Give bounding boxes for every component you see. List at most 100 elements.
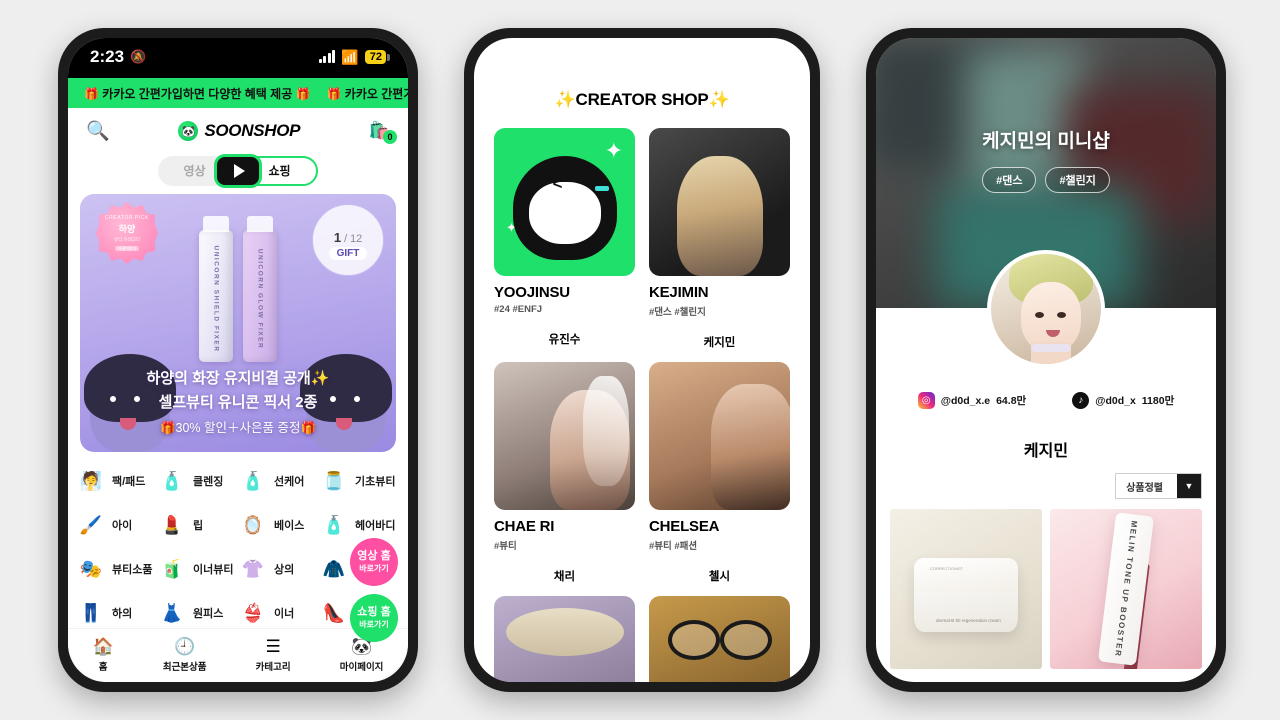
category-item[interactable]: 🫙 기초뷰티	[319, 462, 400, 500]
creator-card[interactable]: CHELSEA #뷰티 #패션 첼시	[649, 362, 790, 584]
tiktok-icon: ♪	[1072, 392, 1090, 409]
badge-sub-label: 뷰티 카테고리	[113, 236, 141, 242]
phone3-screen: 케지민의 미니샵 #댄스 #챌린지 ◎ @d0d_x.e 64.8만 ♪ @d0…	[876, 38, 1216, 682]
hero-copy: 하양의 화장 유지비결 공개✨ 셀프뷰티 유니콘 픽서 2종 🎁30% 할인＋사…	[80, 367, 396, 436]
product-label: MELIN TONE UP BOOSTER	[1113, 520, 1139, 658]
instagram-handle: @d0d_x.e	[940, 394, 991, 407]
category-item[interactable]: 🧖 팩/패드	[76, 462, 157, 500]
shopping-home-shortcut-button[interactable]: 쇼핑 홈 바로가기	[350, 594, 398, 642]
gift-pager: 1 / 12 GIFT	[312, 204, 384, 276]
video-home-shortcut-button[interactable]: 영상 홈 바로가기	[350, 538, 398, 586]
creator-thumbnail[interactable]	[494, 362, 635, 510]
search-icon[interactable]: 🔍	[86, 119, 110, 143]
category-label: 선케어	[274, 476, 305, 488]
tab-mypage[interactable]: 🐼 마이페이지	[340, 638, 384, 673]
category-item[interactable]: 👖 하의	[76, 594, 157, 632]
sunglasses-decoration	[667, 620, 772, 660]
menu-icon: ☰	[265, 637, 281, 656]
creator-thumbnail[interactable]	[649, 362, 790, 510]
tab-category-label: 카테고리	[255, 662, 291, 673]
tiktok-stat[interactable]: ♪ @d0d_x 1180만	[1072, 392, 1174, 409]
category-item[interactable]: 👗 원피스	[157, 594, 238, 632]
logo-mascot-icon: 🐼	[178, 121, 199, 141]
creator-grid: ✦ ✦ # < YOOJINSU #24 #ENFJ 유진수 KEJIMIN #…	[474, 128, 810, 682]
creator-card[interactable]: ✦ ✦ # < YOOJINSU #24 #ENFJ 유진수	[494, 128, 635, 350]
instagram-stat[interactable]: ◎ @d0d_x.e 64.8만	[917, 392, 1026, 409]
gift-label: GIFT	[328, 247, 368, 260]
product-card[interactable]: MELIN TONE UP BOOSTER	[1050, 509, 1202, 669]
avatar[interactable]	[987, 250, 1105, 368]
hashtag-chip[interactable]: #챌린지	[1045, 167, 1110, 193]
creator-card[interactable]: KEJIMIN #댄스 #챌린지 케지민	[649, 128, 790, 350]
phone-mockup-2: ✨CREATOR SHOP✨ ✦ ✦ # < YOOJINSU #24 #ENFJ…	[464, 28, 820, 692]
category-item[interactable]: 🪞 베이스	[238, 506, 319, 544]
product-card[interactable]: CORRECTIONIST dermal-B 50 regeneration c…	[890, 509, 1042, 669]
play-icon[interactable]	[217, 157, 259, 185]
app-logo[interactable]: 🐼 SOONSHOP	[178, 121, 300, 141]
bell-off-icon: 🔕	[130, 49, 147, 64]
tab-category[interactable]: ☰ 카테고리	[256, 638, 291, 673]
logo-text: SOONSHOP	[204, 121, 301, 140]
category-item[interactable]: 🧴 클렌징	[157, 462, 238, 500]
creator-photo	[711, 384, 790, 510]
beauty-tools-icon: 🎭	[79, 558, 103, 579]
category-label: 헤어바디	[355, 520, 396, 532]
battery-indicator: 72	[364, 50, 391, 64]
instagram-icon: ◎	[917, 392, 935, 409]
flower-decoration	[583, 376, 629, 486]
creator-thumbnail[interactable]	[649, 128, 790, 276]
category-item[interactable]: 🧃 이너뷰티	[157, 550, 238, 588]
sort-select[interactable]: 상품정렬 ▼	[1115, 473, 1202, 499]
category-item[interactable]: 👚 상의	[238, 550, 319, 588]
creator-name: KEJIMIN	[649, 284, 709, 301]
cart-icon[interactable]: 🛍️ 0	[369, 121, 397, 144]
status-time: 2:23	[90, 47, 125, 66]
creator-tags: #댄스 #챌린지	[649, 307, 706, 318]
outer-icon: 🧥	[322, 558, 346, 579]
bottoms-icon: 👖	[79, 602, 103, 623]
category-item[interactable]: 🧴 선케어	[238, 462, 319, 500]
category-item[interactable]: 💄 립	[157, 506, 238, 544]
hero-line-1: 하양의 화장 유지비결 공개✨	[146, 370, 330, 387]
face-mask-icon: 🧖	[79, 470, 103, 491]
creator-card[interactable]: CHAE RI #뷰티 채리	[494, 362, 635, 584]
shoes-icon: 👠	[322, 602, 346, 623]
creator-card-partial[interactable]	[649, 596, 790, 682]
hero-banner[interactable]: CREATOR PICK 하양 뷰티 카테고리 자세히보기 1 / 12 GIF…	[80, 194, 396, 452]
hashtag-chip[interactable]: #댄스	[982, 167, 1037, 193]
product-top-label: CORRECTIONIST	[930, 566, 964, 572]
sparkle-icon: ✦	[604, 138, 623, 163]
creator-card-partial[interactable]	[494, 596, 635, 682]
category-item[interactable]: 🎭 뷰티소품	[76, 550, 157, 588]
promo-ticker[interactable]: 🎁 카카오 간편가입하면 다양한 혜택 제공 🎁 🎁 카카오 간편가입하면 다양…	[68, 78, 408, 108]
chevron-down-icon[interactable]: ▼	[1177, 474, 1201, 498]
creator-name-kr: 케지민	[703, 337, 736, 349]
shopping-home-line1: 쇼핑 홈	[357, 606, 391, 619]
category-item[interactable]: 🖌️ 아이	[76, 506, 157, 544]
mascot-illustration: # <	[512, 155, 617, 260]
creator-name-kr: 채리	[553, 571, 576, 583]
category-label: 원피스	[193, 608, 224, 620]
creator-shop-title: ✨CREATOR SHOP✨	[554, 90, 730, 109]
category-label: 팩/패드	[112, 476, 146, 488]
product-bottom-label: dermal-B 50 regeneration cream	[936, 618, 1001, 624]
creator-tags: #뷰티 #패션	[649, 541, 698, 552]
tab-recent[interactable]: 🕘 최근본상품	[163, 638, 207, 673]
tab-home[interactable]: 🏠 홈	[93, 638, 114, 673]
category-label: 하의	[112, 608, 133, 620]
badge-creator-name: 하양	[118, 223, 136, 234]
recent-clock-icon: 🕘	[174, 637, 196, 656]
category-item[interactable]: 👙 이너	[238, 594, 319, 632]
creator-thumbnail[interactable]: ✦ ✦ # <	[494, 128, 635, 276]
phone-mockup-3: 케지민의 미니샵 #댄스 #챌린지 ◎ @d0d_x.e 64.8만 ♪ @d0…	[866, 28, 1226, 692]
inner-beauty-icon: 🧃	[160, 558, 184, 579]
creator-tags: #24 #ENFJ	[494, 304, 543, 315]
hair-body-icon: 🧴	[322, 514, 346, 535]
creator-thumbnail[interactable]	[649, 596, 790, 682]
phone-mockup-1: 2:23 🔕 📶 72 🎁 카카오 간편가입하면 다양한 혜택 제공 🎁 🎁 카…	[58, 28, 418, 692]
category-label: 기초뷰티	[355, 476, 396, 488]
category-item[interactable]: 🧴 헤어바디	[319, 506, 400, 544]
creator-thumbnail[interactable]	[494, 596, 635, 682]
pager-count: 1 / 12	[333, 230, 363, 245]
eye-makeup-icon: 🖌️	[79, 514, 103, 535]
